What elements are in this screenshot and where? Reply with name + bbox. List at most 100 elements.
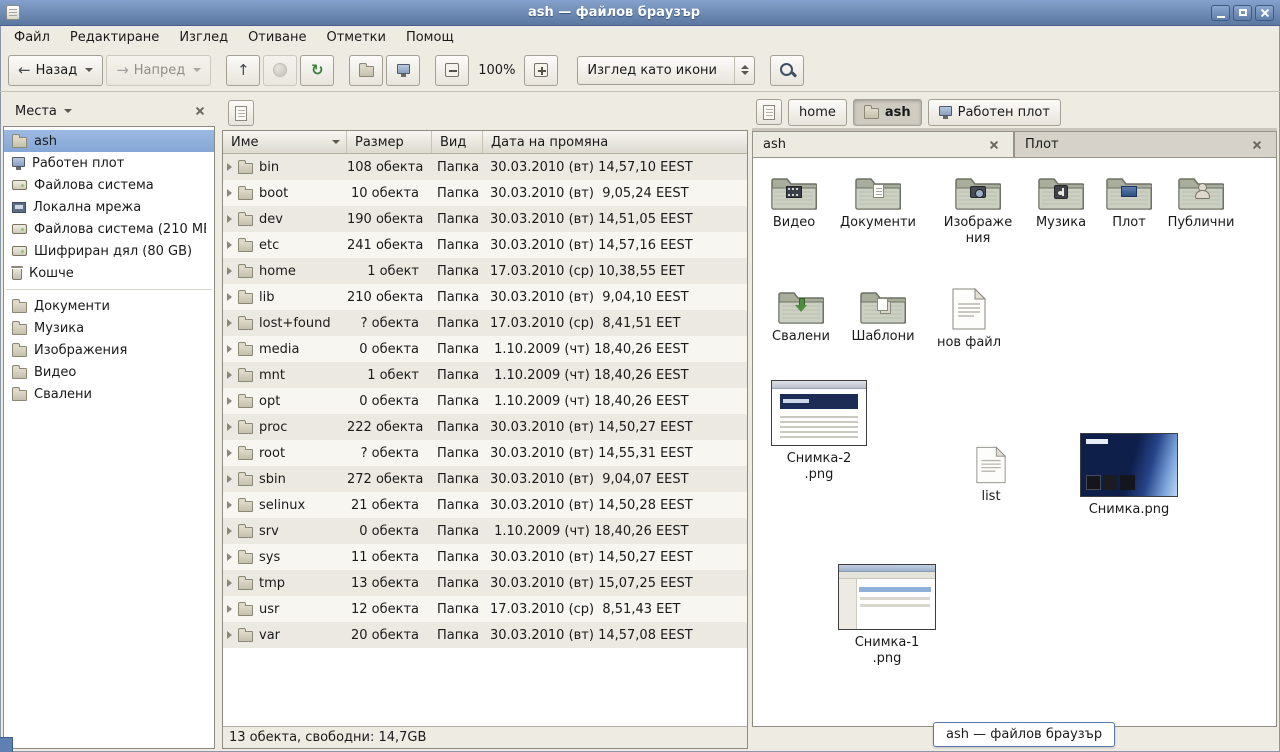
- path-button-ash[interactable]: ash: [853, 99, 922, 126]
- sidebar-item-documents[interactable]: Документи: [4, 295, 214, 317]
- menu-item-bookmarks[interactable]: Отметки: [316, 27, 395, 48]
- maximize-button[interactable]: [1233, 5, 1252, 21]
- expander-icon[interactable]: [227, 631, 232, 639]
- table-row[interactable]: selinux 21 обекта Папка 30.03.2010 (вт) …: [223, 492, 747, 518]
- column-header-modified[interactable]: Дата на промяна: [483, 131, 747, 153]
- window-list-button[interactable]: ash — файлов браузър: [933, 722, 1115, 747]
- column-header-name[interactable]: Име: [223, 131, 347, 153]
- sidebar-item-network[interactable]: Локална мрежа: [4, 196, 214, 218]
- table-row[interactable]: boot 10 обекта Папка 30.03.2010 (вт) 9,0…: [223, 180, 747, 206]
- icon-item-music[interactable]: Музика: [1025, 174, 1097, 231]
- reload-button[interactable]: ↻: [300, 55, 334, 86]
- sidebar-item-trash[interactable]: Кошче: [4, 262, 214, 284]
- sidebar-close-button[interactable]: [189, 100, 211, 122]
- table-row[interactable]: root ? обекта Папка 30.03.2010 (вт) 14,5…: [223, 440, 747, 466]
- table-row[interactable]: sys 11 обекта Папка 30.03.2010 (вт) 14,5…: [223, 544, 747, 570]
- icon-item-public[interactable]: Публични: [1165, 174, 1237, 231]
- expander-icon[interactable]: [227, 189, 232, 197]
- icon-item-snimka[interactable]: Снимка.png: [1079, 433, 1179, 518]
- icon-item-snimka-2[interactable]: Снимка-2.png: [769, 380, 869, 482]
- expander-icon[interactable]: [227, 163, 232, 171]
- tab-ash[interactable]: ash: [752, 131, 1014, 157]
- sidebar-item-pictures[interactable]: Изображения: [4, 339, 214, 361]
- location-icon-button[interactable]: [228, 100, 254, 126]
- icon-item-downloads[interactable]: Свалени: [765, 288, 837, 345]
- minimize-button[interactable]: [1211, 5, 1230, 21]
- up-button[interactable]: ↑: [226, 55, 260, 86]
- home-button[interactable]: [349, 55, 383, 86]
- table-row[interactable]: media 0 обекта Папка 1.10.2009 (чт) 18,4…: [223, 336, 747, 362]
- sidebar-item-filesystem[interactable]: Файлова система: [4, 174, 214, 196]
- expander-icon[interactable]: [227, 293, 232, 301]
- expander-icon[interactable]: [227, 527, 232, 535]
- expander-icon[interactable]: [227, 501, 232, 509]
- path-icon-button[interactable]: [756, 99, 782, 125]
- tab-plot[interactable]: Плот: [1014, 131, 1277, 157]
- sidebar-item-ash[interactable]: ash: [4, 130, 214, 152]
- table-row[interactable]: home 1 обект Папка 17.03.2010 (ср) 10,38…: [223, 258, 747, 284]
- table-row[interactable]: bin 108 обекта Папка 30.03.2010 (вт) 14,…: [223, 154, 747, 180]
- icon-item-list[interactable]: list: [955, 446, 1027, 505]
- table-row[interactable]: proc 222 обекта Папка 30.03.2010 (вт) 14…: [223, 414, 747, 440]
- table-row[interactable]: mnt 1 обект Папка 1.10.2009 (чт) 18,40,2…: [223, 362, 747, 388]
- table-row[interactable]: lib 210 обекта Папка 30.03.2010 (вт) 9,0…: [223, 284, 747, 310]
- table-row[interactable]: lost+found ? обекта Папка 17.03.2010 (ср…: [223, 310, 747, 336]
- sidebar-item-music[interactable]: Музика: [4, 317, 214, 339]
- menu-item-view[interactable]: Изглед: [169, 27, 238, 48]
- search-button[interactable]: [770, 55, 804, 86]
- zoom-out-button[interactable]: [435, 55, 469, 86]
- places-combo[interactable]: Места: [7, 101, 80, 122]
- menu-item-help[interactable]: Помощ: [396, 27, 464, 48]
- expander-icon[interactable]: [227, 371, 232, 379]
- expander-icon[interactable]: [227, 579, 232, 587]
- expander-icon[interactable]: [227, 215, 232, 223]
- expander-icon[interactable]: [227, 553, 232, 561]
- forward-button[interactable]: → Напред: [106, 55, 211, 86]
- icon-item-snimka-1[interactable]: Снимка-1.png: [837, 564, 937, 666]
- path-button-home[interactable]: home: [788, 99, 847, 126]
- table-row[interactable]: usr 12 обекта Папка 17.03.2010 (ср) 8,51…: [223, 596, 747, 622]
- icon-item-desktop[interactable]: Плот: [1093, 174, 1165, 231]
- expander-icon[interactable]: [227, 345, 232, 353]
- view-mode-select[interactable]: Изглед като икони: [577, 56, 755, 85]
- icon-item-pictures[interactable]: Изображения: [938, 174, 1018, 246]
- tab-close-button[interactable]: [1248, 136, 1266, 154]
- back-button[interactable]: ← Назад: [8, 55, 103, 86]
- close-button[interactable]: [1255, 5, 1274, 21]
- expander-icon[interactable]: [227, 475, 232, 483]
- table-row[interactable]: etc 241 обекта Папка 30.03.2010 (вт) 14,…: [223, 232, 747, 258]
- column-header-type[interactable]: Вид: [432, 131, 483, 153]
- sidebar-item-desktop[interactable]: Работен плот: [4, 152, 214, 174]
- stop-button[interactable]: [263, 55, 297, 86]
- zoom-in-button[interactable]: [524, 55, 558, 86]
- menu-item-file[interactable]: Файл: [4, 27, 60, 48]
- table-row[interactable]: tmp 13 обекта Папка 30.03.2010 (вт) 15,0…: [223, 570, 747, 596]
- expander-icon[interactable]: [227, 267, 232, 275]
- table-row[interactable]: var 20 обекта Папка 30.03.2010 (вт) 14,5…: [223, 622, 747, 648]
- titlebar[interactable]: ash — файлов браузър: [0, 0, 1280, 26]
- expander-icon[interactable]: [227, 397, 232, 405]
- sidebar-item-downloads[interactable]: Свалени: [4, 383, 214, 405]
- expander-icon[interactable]: [227, 605, 232, 613]
- icon-item-new-file[interactable]: нов файл: [933, 288, 1005, 351]
- computer-button[interactable]: [386, 55, 420, 86]
- sidebar-item-volume-210mb[interactable]: Файлова система (210 MB): [4, 218, 214, 240]
- icon-item-video[interactable]: Видео: [758, 174, 830, 231]
- table-row[interactable]: sbin 272 обекта Папка 30.03.2010 (вт) 9,…: [223, 466, 747, 492]
- expander-icon[interactable]: [227, 423, 232, 431]
- icon-item-documents[interactable]: Документи: [842, 174, 914, 231]
- menu-item-go[interactable]: Отиване: [238, 27, 316, 48]
- icon-item-templates[interactable]: Шаблони: [847, 288, 919, 345]
- expander-icon[interactable]: [227, 449, 232, 457]
- table-row[interactable]: srv 0 обекта Папка 1.10.2009 (чт) 18,40,…: [223, 518, 747, 544]
- sidebar-item-encrypted-80gb[interactable]: Шифриран дял (80 GB): [4, 240, 214, 262]
- menu-item-edit[interactable]: Редактиране: [60, 27, 169, 48]
- expander-icon[interactable]: [227, 241, 232, 249]
- table-row[interactable]: dev 190 обекта Папка 30.03.2010 (вт) 14,…: [223, 206, 747, 232]
- path-button-desktop[interactable]: Работен плот: [928, 99, 1061, 126]
- table-row[interactable]: opt 0 обекта Папка 1.10.2009 (чт) 18,40,…: [223, 388, 747, 414]
- expander-icon[interactable]: [227, 319, 232, 327]
- sidebar-item-video[interactable]: Видео: [4, 361, 214, 383]
- tab-close-button[interactable]: [985, 136, 1003, 154]
- column-header-size[interactable]: Размер: [347, 131, 432, 153]
